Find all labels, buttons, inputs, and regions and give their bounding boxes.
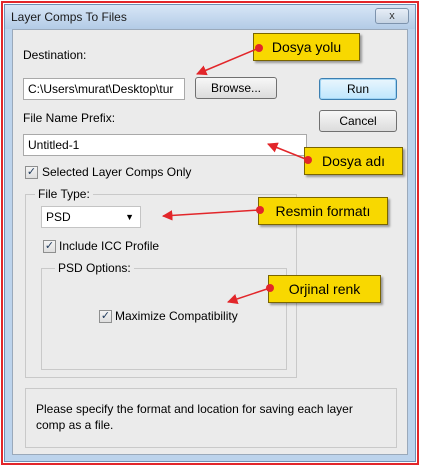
include-icc-label: Include ICC Profile xyxy=(59,239,160,253)
callout-prefix: Dosya adı xyxy=(304,147,403,175)
maximize-compat-label: Maximize Compatibility xyxy=(115,309,238,323)
file-type-select[interactable]: PSD ▼ xyxy=(41,206,141,228)
dialog-body: Destination: C:\Users\murat\Desktop\tur … xyxy=(12,29,408,455)
file-type-legend: File Type: xyxy=(35,187,93,201)
prefix-field[interactable]: Untitled-1 xyxy=(23,134,307,156)
window-title: Layer Comps To Files xyxy=(11,10,127,24)
check-icon: ✓ xyxy=(44,240,55,252)
include-icc-checkbox[interactable]: ✓ xyxy=(43,240,56,253)
maximize-compat-checkbox[interactable]: ✓ xyxy=(99,310,112,323)
check-icon: ✓ xyxy=(26,166,37,178)
selected-only-checkbox[interactable]: ✓ xyxy=(25,166,38,179)
info-box: Please specify the format and location f… xyxy=(25,388,397,448)
psd-options-legend: PSD Options: xyxy=(55,261,134,275)
cancel-button[interactable]: Cancel xyxy=(319,110,397,132)
prefix-label: File Name Prefix: xyxy=(23,111,116,125)
callout-format: Resmin formatı xyxy=(258,197,388,225)
info-text: Please specify the format and location f… xyxy=(36,402,353,432)
close-icon: x xyxy=(389,10,395,22)
destination-field[interactable]: C:\Users\murat\Desktop\tur xyxy=(23,78,185,100)
selected-only-label: Selected Layer Comps Only xyxy=(42,165,192,179)
check-icon: ✓ xyxy=(100,310,111,322)
callout-compat: Orjinal renk xyxy=(268,275,381,303)
title-bar: Layer Comps To Files x xyxy=(5,5,415,29)
chevron-down-icon: ▼ xyxy=(125,212,134,222)
dialog-window: Layer Comps To Files x Destination: C:\U… xyxy=(4,4,416,462)
callout-destination: Dosya yolu xyxy=(253,33,360,61)
browse-button[interactable]: Browse... xyxy=(195,77,277,99)
close-button[interactable]: x xyxy=(375,8,409,24)
destination-label: Destination: xyxy=(23,48,87,62)
run-button[interactable]: Run xyxy=(319,78,397,100)
file-type-value: PSD xyxy=(46,210,71,224)
